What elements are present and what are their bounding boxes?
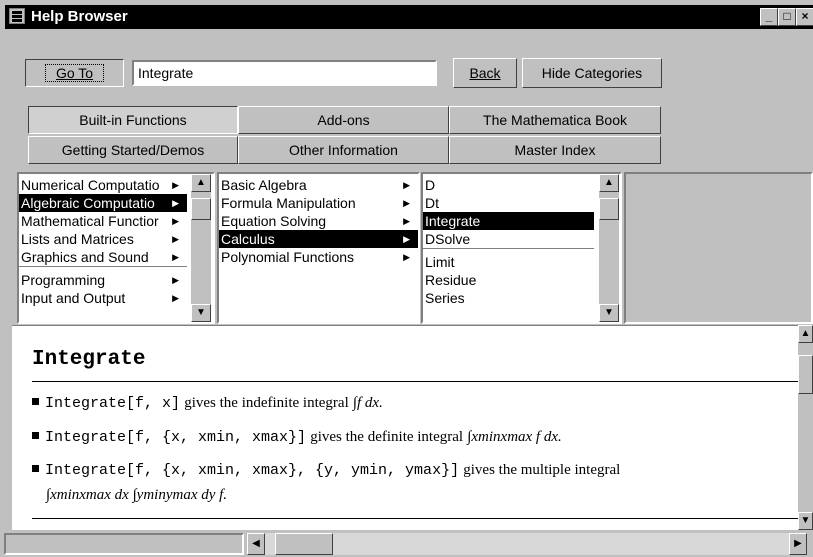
document-scrollbar[interactable]: ▲ ▼ bbox=[798, 325, 813, 530]
list3-scrollbar[interactable]: ▲ ▼ bbox=[599, 174, 619, 322]
document-pane: Integrate Integrate[f, x] gives the inde… bbox=[12, 325, 804, 531]
bullet-icon bbox=[32, 465, 39, 472]
subcategory-list[interactable]: Basic Algebra ▶ Formula Manipulation ▶ Equ… bbox=[217, 172, 420, 324]
list-item[interactable]: Programming ▶ bbox=[19, 271, 187, 289]
title-bar: Help Browser _ □ × bbox=[5, 5, 813, 29]
tab-built-in-functions[interactable]: Built-in Functions bbox=[28, 106, 238, 134]
divider bbox=[32, 381, 804, 382]
doc-line-multiple: Integrate[f, {x, xmin, xmax}, {y, ymin, … bbox=[32, 461, 620, 479]
scroll-down-icon[interactable]: ▼ bbox=[191, 304, 211, 322]
list-item[interactable]: Residue bbox=[423, 271, 594, 289]
doc-line-multiple-math: ∫xminxmax dx ∫yminymax dy f. bbox=[46, 487, 228, 503]
tab-mathematica-book[interactable]: The Mathematica Book bbox=[449, 106, 661, 134]
list-item[interactable]: Input and Output ▶ bbox=[19, 289, 187, 307]
list-item[interactable]: DSolve bbox=[423, 230, 594, 249]
back-label: Back bbox=[469, 65, 501, 81]
list-item[interactable]: Calculus ▶ bbox=[219, 230, 418, 248]
list-item[interactable]: Algebraic Computatio ▶ bbox=[19, 194, 187, 212]
list-item[interactable]: Integrate bbox=[423, 212, 594, 230]
list-item[interactable]: Basic Algebra ▶ bbox=[219, 176, 418, 194]
help-browser-window: Help Browser _ □ × Go To Integrate Back … bbox=[0, 0, 813, 557]
horizontal-scrollbar[interactable]: ◀ ▶ bbox=[247, 533, 807, 555]
doc-line-indefinite: Integrate[f, x] gives the indefinite int… bbox=[32, 394, 383, 412]
minimize-icon[interactable]: _ bbox=[760, 8, 778, 26]
scroll-up-icon[interactable]: ▲ bbox=[599, 174, 619, 192]
hide-categories-button[interactable]: Hide Categories bbox=[522, 58, 662, 88]
window-title: Help Browser bbox=[31, 8, 128, 25]
list-item[interactable]: Lists and Matrices ▶ bbox=[19, 230, 187, 248]
tab-add-ons[interactable]: Add-ons bbox=[238, 106, 449, 134]
tab-other-information[interactable]: Other Information bbox=[238, 136, 449, 164]
divider bbox=[32, 518, 804, 519]
list-item[interactable]: Equation Solving ▶ bbox=[219, 212, 418, 230]
status-field bbox=[4, 533, 244, 555]
page-title: Integrate bbox=[32, 348, 146, 371]
scroll-right-icon[interactable]: ▶ bbox=[789, 533, 807, 555]
goto-button[interactable]: Go To bbox=[25, 59, 124, 87]
list-item[interactable]: Polynomial Functions ▶ bbox=[219, 248, 418, 266]
status-area: ◀ ▶ bbox=[0, 530, 813, 557]
list-item[interactable]: D bbox=[423, 176, 594, 194]
maximize-icon[interactable]: □ bbox=[778, 8, 796, 26]
list-item[interactable]: Dt bbox=[423, 194, 594, 212]
bullet-icon bbox=[32, 398, 39, 405]
scroll-thumb[interactable] bbox=[191, 197, 211, 220]
category-list[interactable]: Numerical Computatio ▶ Algebraic Computat… bbox=[17, 172, 215, 324]
goto-label: Go To bbox=[44, 64, 105, 82]
list-item[interactable]: Limit bbox=[423, 253, 594, 271]
scroll-thumb[interactable] bbox=[275, 533, 334, 555]
scroll-thumb[interactable] bbox=[798, 354, 813, 394]
function-list[interactable]: D Dt Integrate DSolve Limit Residue Seri… bbox=[421, 172, 622, 324]
app-icon bbox=[9, 8, 25, 24]
list1-scrollbar[interactable]: ▲ ▼ bbox=[191, 174, 211, 322]
back-button[interactable]: Back bbox=[453, 58, 517, 88]
empty-list bbox=[624, 172, 813, 324]
tab-master-index[interactable]: Master Index bbox=[449, 136, 661, 164]
scroll-up-icon[interactable]: ▲ bbox=[798, 325, 813, 343]
list-item[interactable]: Graphics and Sound ▶ bbox=[19, 248, 187, 267]
scroll-down-icon[interactable]: ▼ bbox=[599, 304, 619, 322]
search-input[interactable]: Integrate bbox=[132, 60, 437, 86]
list-item[interactable]: Numerical Computatio ▶ bbox=[19, 176, 187, 194]
close-icon[interactable]: × bbox=[796, 8, 813, 26]
scroll-up-icon[interactable]: ▲ bbox=[191, 174, 211, 192]
scroll-thumb[interactable] bbox=[599, 197, 619, 220]
list-item[interactable]: Mathematical Functior ▶ bbox=[19, 212, 187, 230]
scroll-down-icon[interactable]: ▼ bbox=[798, 512, 813, 530]
list-item[interactable]: Formula Manipulation ▶ bbox=[219, 194, 418, 212]
list-item[interactable]: Series bbox=[423, 289, 594, 307]
doc-line-definite: Integrate[f, {x, xmin, xmax}] gives the … bbox=[32, 428, 562, 446]
scroll-left-icon[interactable]: ◀ bbox=[247, 533, 265, 555]
tab-getting-started-demos[interactable]: Getting Started/Demos bbox=[28, 136, 238, 164]
bullet-icon bbox=[32, 432, 39, 439]
